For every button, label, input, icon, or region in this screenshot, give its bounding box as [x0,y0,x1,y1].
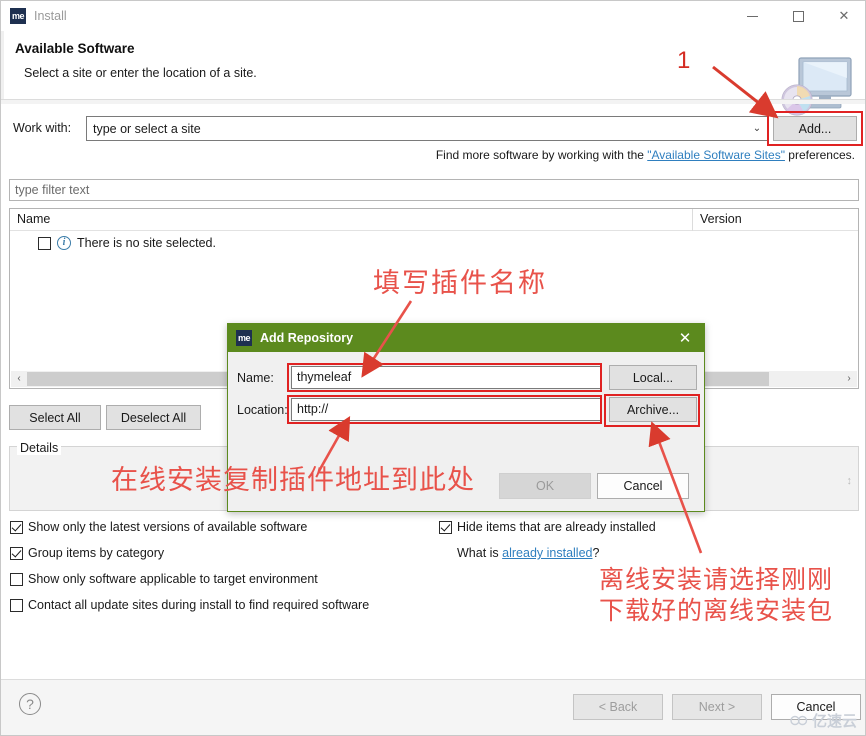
watermark-text: 亿速云 [811,713,857,730]
app-icon: me [10,8,26,24]
page-subtitle: Select a site or enter the location of a… [24,66,257,80]
column-header-version[interactable]: Version [700,212,742,226]
find-more-software-text: Find more software by working with the "… [436,148,855,162]
checkbox[interactable] [10,573,23,586]
page-title: Available Software [15,41,135,56]
wizard-header: Available Software Select a site or ente… [1,31,865,116]
close-icon[interactable]: ✕ [821,1,865,31]
dialog-app-icon: me [236,330,252,346]
local-button[interactable]: Local... [609,365,697,390]
option-label: Hide items that are already installed [457,520,656,534]
tree-row-checkbox[interactable] [38,236,51,250]
scroll-left-icon[interactable]: ‹ [11,371,27,387]
checkbox[interactable] [439,521,452,534]
window-controls: ✕ [729,1,865,31]
dialog-titlebar: me Add Repository ✕ [228,324,704,352]
annotation-offline-line2: 下载好的离线安装包 [599,598,834,625]
find-more-prefix: Find more software by working with the [435,148,648,162]
checkbox[interactable] [10,521,23,534]
back-button[interactable]: < Back [573,694,663,720]
name-input[interactable]: thymeleaf [291,366,601,389]
option-label: Group items by category [28,546,165,560]
help-icon[interactable]: ? [19,693,41,715]
option-hide-installed[interactable]: Hide items that are already installed [439,520,656,534]
header-divider-shadow [1,100,865,104]
name-label: Name: [237,371,274,385]
minimize-icon[interactable] [729,1,775,31]
what-is-suffix: ? [592,546,600,560]
chevron-down-icon[interactable]: ⌄ [746,123,768,134]
maximize-icon[interactable] [775,1,821,31]
dialog-cancel-button[interactable]: Cancel [597,473,689,499]
install-wizard-window: me Install ✕ Available Software Select a… [0,0,866,736]
details-spinner-icon[interactable]: ↕ [847,475,853,487]
option-label: Show only software applicable to target … [28,572,318,586]
work-with-label: Work with: [13,121,72,135]
tree-row[interactable]: i There is no site selected. [38,236,216,250]
info-icon: i [57,236,71,250]
checkbox[interactable] [10,547,23,560]
cloud-icon [790,715,808,726]
tree-row-label: There is no site selected. [77,236,216,250]
tree-header: Name Version [10,209,858,231]
scroll-right-icon[interactable]: › [841,371,857,387]
dialog-close-icon[interactable]: ✕ [666,324,704,352]
archive-button[interactable]: Archive... [609,397,697,422]
installer-computer-icon [781,57,852,116]
already-installed-link[interactable]: already installed [502,546,592,560]
select-all-button[interactable]: Select All [9,405,101,430]
work-with-input[interactable]: type or select a site [87,122,746,136]
option-target-environment[interactable]: Show only software applicable to target … [10,572,318,586]
option-show-latest-versions[interactable]: Show only the latest versions of availab… [10,520,307,534]
option-label: Show only the latest versions of availab… [28,520,308,534]
option-contact-update-sites[interactable]: Contact all update sites during install … [10,598,369,612]
available-software-sites-link[interactable]: "Available Software Sites" [647,148,785,162]
checkbox[interactable] [10,599,23,612]
work-with-combo[interactable]: type or select a site ⌄ [86,116,769,141]
what-is-prefix: What is [457,546,503,560]
column-divider[interactable] [692,209,693,231]
dialog-title: Add Repository [260,331,354,345]
add-repository-dialog: me Add Repository ✕ Name: thymeleaf Loca… [227,323,705,512]
option-label: Contact all update sites during install … [28,598,370,612]
what-is-already-installed: What is already installed? [457,546,599,560]
option-group-by-category[interactable]: Group items by category [10,546,164,560]
watermark: 亿速云 [790,710,857,731]
find-more-suffix: preferences. [784,148,855,162]
deselect-all-button[interactable]: Deselect All [106,405,201,430]
location-input[interactable]: http:// [291,398,601,421]
window-titlebar: me Install ✕ [1,1,865,31]
add-button[interactable]: Add... [773,116,857,141]
location-label: Location: [237,403,288,417]
column-header-name[interactable]: Name [17,212,50,226]
annotation-offline-line1: 离线安装请选择刚刚 [599,567,834,594]
filter-input[interactable]: type filter text [9,179,859,201]
ok-button[interactable]: OK [499,473,591,499]
details-label: Details [17,441,62,455]
next-button[interactable]: Next > [672,694,762,720]
window-title: Install [34,9,67,23]
